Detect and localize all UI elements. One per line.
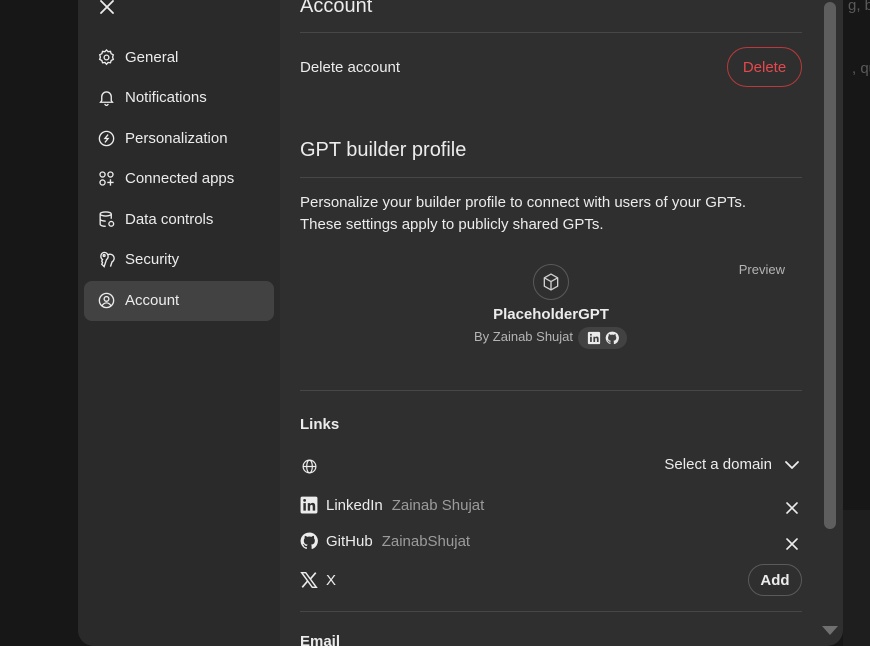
- sidebar-item-label: General: [125, 48, 179, 66]
- personalization-icon: [98, 130, 115, 146]
- chevron-down-icon: [785, 460, 799, 469]
- add-x-link-button[interactable]: Add: [748, 564, 802, 596]
- link-value: ZainabShujat: [381, 532, 471, 550]
- gear-icon: [98, 48, 115, 65]
- sidebar-item-label: Notifications: [125, 89, 207, 107]
- github-icon: [300, 532, 318, 550]
- settings-modal: General Notifications Personalization Co…: [78, 0, 843, 646]
- description-line: Personalize your builder profile to conn…: [300, 194, 747, 211]
- sidebar-item-account[interactable]: Account: [84, 280, 274, 321]
- scroll-down-arrow[interactable]: [822, 626, 838, 635]
- links-title: Links: [300, 416, 340, 433]
- background-text-snippet: , qu: [852, 60, 870, 77]
- linkedin-icon: [587, 331, 600, 345]
- sidebar-item-label: Account: [125, 292, 180, 310]
- gpt-name: PlaceholderGPT: [493, 306, 609, 323]
- github-icon: [605, 331, 619, 345]
- sidebar-item-data-controls[interactable]: Data controls: [84, 199, 274, 239]
- gpt-author: By Zainab Shujat: [474, 329, 574, 344]
- scrollbar-thumb[interactable]: [824, 2, 836, 529]
- link-name: LinkedIn: [326, 496, 383, 514]
- sidebar-item-label: Security: [125, 251, 180, 269]
- sidebar-item-label: Data controls: [125, 210, 214, 228]
- link-row-linkedin: LinkedIn Zainab Shujat: [300, 496, 484, 514]
- sidebar-item-security[interactable]: Security: [84, 240, 274, 280]
- settings-nav: General Notifications Personalization Co…: [84, 37, 274, 321]
- link-row-x: X: [300, 571, 336, 589]
- link-name: GitHub: [326, 532, 373, 550]
- divider: [300, 390, 802, 391]
- settings-content: Account Delete account Delete GPT builde…: [300, 0, 802, 646]
- description-line: These settings apply to publicly shared …: [300, 216, 604, 233]
- link-row-github: GitHub ZainabShujat: [300, 532, 470, 550]
- linkedin-icon: [300, 496, 318, 514]
- link-name: X: [326, 571, 337, 589]
- social-links-pill: [578, 327, 627, 349]
- close-icon: [100, 0, 114, 14]
- sidebar-item-connected-apps[interactable]: Connected apps: [84, 159, 274, 199]
- globe-icon: [302, 459, 316, 473]
- link-value: Zainab Shujat: [391, 496, 485, 514]
- globe-icon-wrap: [300, 457, 318, 475]
- close-button[interactable]: [96, 0, 118, 18]
- domain-select-label: Select a domain: [664, 456, 772, 473]
- sidebar-item-label: Connected apps: [125, 170, 235, 188]
- email-section-title: Email: [300, 633, 341, 646]
- background-panel: [843, 510, 870, 646]
- remove-github-button[interactable]: [784, 536, 800, 552]
- bell-icon: [99, 91, 114, 107]
- cube-icon: [543, 273, 559, 291]
- preview-label: Preview: [738, 262, 785, 277]
- close-icon: [786, 502, 798, 514]
- sidebar-item-personalization[interactable]: Personalization: [84, 118, 274, 158]
- user-circle-icon: [98, 292, 115, 309]
- settings-sidebar: General Notifications Personalization Co…: [78, 0, 280, 646]
- close-icon: [786, 538, 798, 550]
- domain-select[interactable]: Select a domain: [664, 456, 800, 473]
- divider: [300, 177, 802, 178]
- sidebar-item-notifications[interactable]: Notifications: [84, 78, 274, 118]
- builder-profile-title: GPT builder profile: [300, 139, 467, 161]
- background-text-snippet: g, be: [848, 0, 870, 14]
- database-icon: [99, 211, 115, 227]
- sidebar-item-general[interactable]: General: [84, 37, 274, 77]
- divider: [300, 611, 802, 612]
- divider: [300, 32, 802, 33]
- delete-account-button[interactable]: Delete: [727, 47, 802, 87]
- sidebar-item-label: Personalization: [125, 129, 228, 147]
- x-logo-icon: [300, 571, 318, 589]
- account-section-title: Account: [300, 0, 373, 17]
- key-icon: [100, 252, 115, 269]
- builder-profile-description: Personalize your builder profile to conn…: [300, 192, 802, 236]
- delete-account-label: Delete account: [300, 59, 401, 76]
- apps-icon: [99, 171, 114, 186]
- gpt-avatar: [533, 264, 569, 300]
- remove-linkedin-button[interactable]: [784, 500, 800, 516]
